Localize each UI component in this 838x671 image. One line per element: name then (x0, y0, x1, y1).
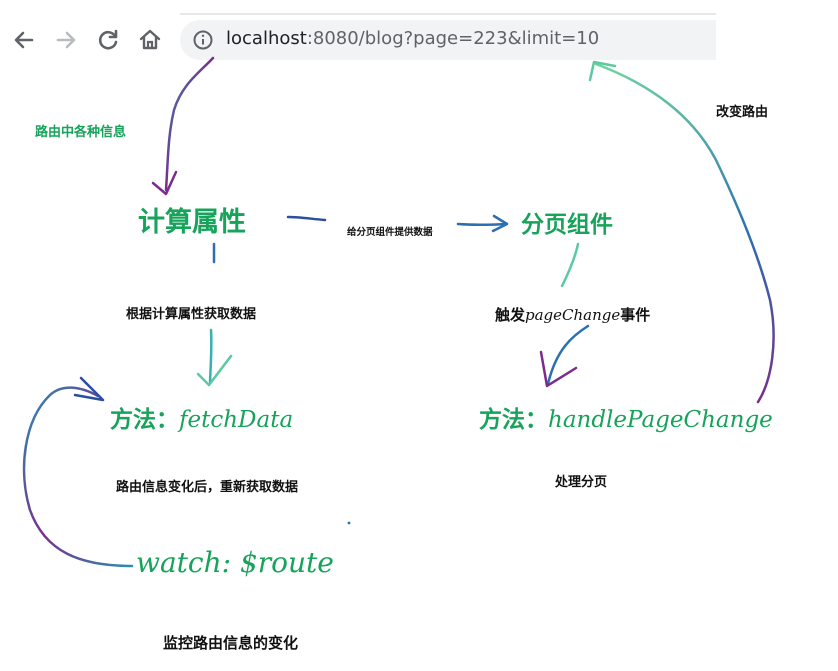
watch-route-code: watch: $route (136, 546, 334, 579)
address-bar[interactable]: localhost:8080/blog?page=223&limit=10 (180, 20, 716, 60)
label-trigger-event-name: pageChange (525, 306, 621, 324)
arrowhead-computed-to-pagination (491, 214, 509, 233)
arrowhead-watch-to-fetch (73, 376, 105, 402)
arrow-to-handle (546, 324, 590, 386)
url-text[interactable]: localhost:8080/blog?page=223&limit=10 (226, 28, 599, 49)
node-computed: 计算属性 (138, 207, 246, 238)
arrow-to-fetchdata (208, 328, 213, 384)
forward-button[interactable] (52, 26, 80, 54)
label-route-info: 路由中各种信息 (35, 125, 127, 140)
info-icon[interactable] (192, 29, 214, 51)
arrow-computed-to-pagination-b (456, 222, 508, 226)
method-name-handle: handlePageChange (548, 407, 773, 433)
node-watch-route: watch: $route (136, 546, 334, 579)
arrowhead-to-fetchdata (196, 354, 233, 387)
label-trigger: 触发 (495, 306, 526, 324)
url-path: :8080/blog?page=223&limit=10 (306, 28, 600, 49)
reload-button[interactable] (94, 26, 122, 54)
browser-toolbar: localhost:8080/blog?page=223&limit=10 (0, 0, 838, 80)
label-handle-paging: 处理分页 (555, 475, 608, 490)
label-change-route: 改变路由 (716, 105, 769, 120)
reload-icon (98, 29, 118, 50)
toolbar-divider (180, 13, 716, 15)
back-button[interactable] (10, 26, 38, 54)
back-arrow-icon (14, 31, 34, 49)
label-trigger-event: 触发pageChange事件 (495, 304, 650, 325)
label-trigger-suffix: 事件 (620, 306, 651, 324)
method-name-fetchdata: fetchData (179, 407, 294, 433)
method-prefix-fetchdata: 方法： (110, 407, 179, 433)
label-provide-data: 给分页组件提供数据 (347, 227, 433, 238)
label-watch-route: 监控路由信息的变化 (163, 634, 299, 652)
forward-arrow-icon (56, 31, 76, 49)
stub-pagination (560, 242, 580, 288)
stray-dot (347, 521, 351, 525)
diagram-arrows (22, 56, 775, 568)
label-fetch-by-computed: 根据计算属性获取数据 (126, 307, 257, 322)
home-button[interactable] (136, 26, 164, 54)
node-pagination: 分页组件 (521, 212, 613, 238)
arrowhead-to-handle (539, 350, 578, 388)
node-method-fetchdata: 方法：fetchData (110, 400, 293, 434)
label-refetch: 路由信息变化后，重新获取数据 (116, 480, 299, 495)
method-prefix-handle: 方法： (479, 407, 548, 433)
arrowhead-url-to-computed (151, 170, 178, 196)
home-icon (139, 29, 161, 50)
url-host: localhost (226, 28, 307, 49)
node-method-handlepagechange: 方法：handlePageChange (479, 400, 773, 434)
arrow-computed-to-pagination-a (286, 215, 327, 222)
